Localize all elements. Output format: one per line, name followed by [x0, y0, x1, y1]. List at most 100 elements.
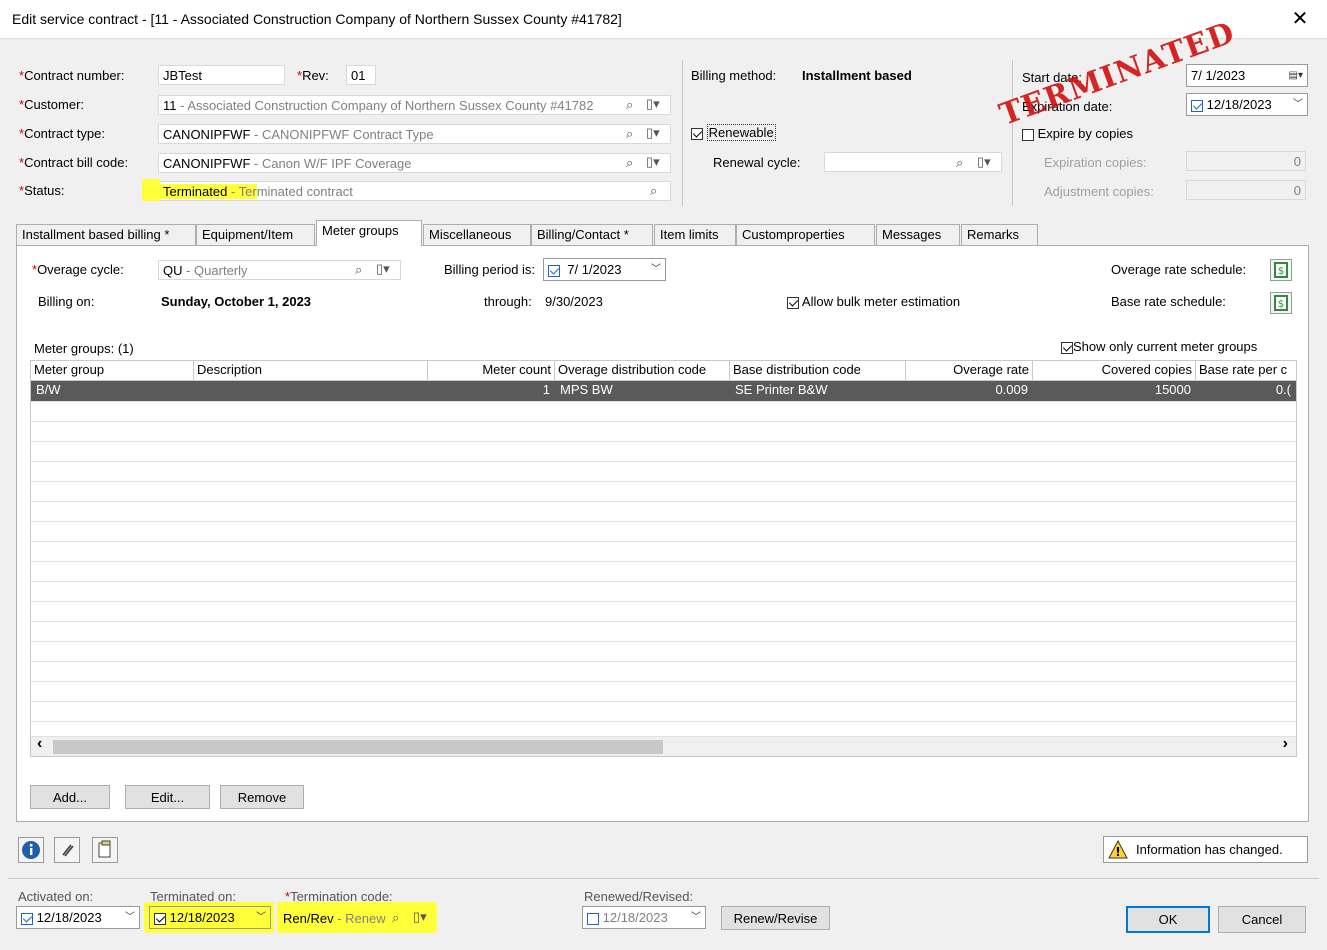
- empty-row: [31, 501, 1296, 522]
- empty-row: [31, 661, 1296, 682]
- dropdown-menu-icon[interactable]: ▯▾: [376, 261, 390, 277]
- rev-field[interactable]: 01: [346, 65, 376, 85]
- renewable-checkbox[interactable]: Renewable: [691, 124, 776, 141]
- dropdown-menu-icon[interactable]: ▯▾: [977, 154, 991, 170]
- checkbox-icon[interactable]: [1191, 99, 1203, 112]
- billing-method-value: Installment based: [802, 68, 912, 83]
- calendar-icon[interactable]: ▤▾: [1289, 65, 1303, 86]
- ok-button[interactable]: OK: [1126, 906, 1210, 933]
- chevron-down-icon[interactable]: ﹀: [256, 907, 266, 928]
- checkbox-icon[interactable]: [691, 127, 703, 140]
- search-icon[interactable]: ⌕: [626, 126, 633, 142]
- remove-button[interactable]: Remove: [220, 785, 304, 809]
- tab-miscellaneous[interactable]: Miscellaneous: [423, 224, 531, 245]
- search-icon[interactable]: ⌕: [650, 183, 657, 199]
- customer-label: *Customer:: [19, 97, 85, 112]
- activated-on-picker[interactable]: 12/18/2023 ﹀: [16, 906, 140, 929]
- checkbox-icon[interactable]: [587, 912, 599, 925]
- activated-on-label: Activated on:: [18, 889, 94, 904]
- close-icon[interactable]: ✕: [1287, 6, 1313, 32]
- checkbox-icon[interactable]: [787, 296, 799, 309]
- scroll-left-icon[interactable]: ‹: [37, 735, 42, 753]
- cell-base-dist: SE Printer B&W: [735, 382, 828, 397]
- contract-number-label: *Contract number:: [19, 68, 125, 83]
- column-header[interactable]: Overage rate: [906, 361, 1033, 380]
- terminated-on-picker[interactable]: 12/18/2023 ﹀: [149, 906, 271, 929]
- renew-revise-button[interactable]: Renew/Revise: [721, 906, 830, 930]
- meter-groups-grid: Meter group Description Meter count Over…: [30, 360, 1297, 757]
- add-button[interactable]: Add...: [30, 785, 110, 809]
- info-icon[interactable]: [18, 837, 44, 863]
- bill-code-field[interactable]: CANONIPFWF - Canon W/F IPF Coverage: [158, 153, 671, 173]
- renewed-revised-picker[interactable]: 12/18/2023 ﹀: [582, 906, 706, 929]
- svg-text:$: $: [1278, 299, 1284, 310]
- tab-billing-contact[interactable]: Billing/Contact *: [531, 224, 653, 245]
- expire-by-copies-checkbox[interactable]: Expire by copies: [1022, 126, 1133, 141]
- checkbox-icon[interactable]: [154, 912, 166, 925]
- tab-installment-billing[interactable]: Installment based billing *: [16, 224, 196, 245]
- rate-schedule-icon[interactable]: $: [1270, 292, 1292, 314]
- search-icon[interactable]: ⌕: [626, 97, 633, 113]
- empty-row: [31, 681, 1296, 702]
- show-current-checkbox[interactable]: Show only current meter groups: [1061, 339, 1257, 354]
- column-header[interactable]: Base rate per c: [1196, 361, 1296, 380]
- search-icon[interactable]: ⌕: [626, 155, 633, 171]
- tab-equipment-item[interactable]: Equipment/Item: [196, 224, 315, 245]
- dropdown-menu-icon[interactable]: ▯▾: [646, 96, 660, 112]
- start-date-picker[interactable]: 7/ 1/2023 ▤▾: [1186, 64, 1308, 87]
- contract-number-field[interactable]: JBTest: [158, 65, 285, 85]
- column-header[interactable]: Meter count: [428, 361, 555, 380]
- scrollbar-thumb[interactable]: [53, 740, 663, 754]
- attachment-icon[interactable]: [54, 837, 80, 863]
- customer-field[interactable]: 11 - Associated Construction Company of …: [158, 95, 671, 115]
- search-icon[interactable]: ⌕: [392, 910, 399, 926]
- chevron-down-icon[interactable]: ﹀: [691, 907, 701, 928]
- overage-cycle-field[interactable]: QU - Quarterly: [158, 260, 401, 280]
- search-icon[interactable]: ⌕: [355, 262, 362, 278]
- checkbox-icon[interactable]: [548, 264, 560, 277]
- status-field[interactable]: Terminated - Terminated contract: [158, 181, 671, 201]
- empty-row: [31, 401, 1296, 422]
- dropdown-menu-icon[interactable]: ▯▾: [646, 154, 660, 170]
- renewal-cycle-field[interactable]: [824, 152, 1002, 172]
- warning-icon: !: [1108, 840, 1128, 859]
- horizontal-scrollbar[interactable]: ‹ ›: [31, 735, 1296, 756]
- tab-messages[interactable]: Messages: [876, 224, 960, 245]
- checkbox-icon[interactable]: [21, 912, 33, 925]
- column-header[interactable]: Overage distribution code: [555, 361, 730, 380]
- chevron-down-icon[interactable]: ﹀: [125, 907, 135, 928]
- scroll-right-icon[interactable]: ›: [1283, 735, 1288, 753]
- column-header[interactable]: Meter group: [31, 361, 194, 380]
- termination-code-field[interactable]: Ren/Rev - Renew: [283, 911, 386, 926]
- expiration-date-picker[interactable]: 12/18/2023 ﹀: [1186, 93, 1308, 116]
- cell-base-rate: 0.(: [1275, 382, 1291, 397]
- tab-customproperties[interactable]: Customproperties: [736, 224, 875, 245]
- dropdown-menu-icon[interactable]: ▯▾: [413, 909, 427, 925]
- tab-meter-groups[interactable]: Meter groups: [316, 220, 422, 246]
- status-highlight: [142, 179, 160, 201]
- table-row[interactable]: B/W 1 MPS BW SE Printer B&W 0.009 15000 …: [31, 381, 1296, 402]
- document-icon[interactable]: [92, 837, 118, 863]
- checkbox-icon[interactable]: [1061, 341, 1073, 354]
- contract-type-field[interactable]: CANONIPFWF - CANONIPFWF Contract Type: [158, 124, 671, 144]
- column-header[interactable]: Base distribution code: [730, 361, 906, 380]
- checkbox-icon[interactable]: [1022, 128, 1034, 141]
- edit-button[interactable]: Edit...: [125, 785, 210, 809]
- rate-schedule-icon[interactable]: $: [1270, 259, 1292, 281]
- billing-period-picker[interactable]: 7/ 1/2023 ﹀: [543, 258, 666, 281]
- dropdown-menu-icon[interactable]: ▯▾: [646, 125, 660, 141]
- chevron-down-icon[interactable]: ﹀: [1293, 94, 1303, 115]
- title-bar: Edit service contract - [11 - Associated…: [0, 0, 1327, 39]
- cell-covered-copies: 15000: [1154, 382, 1191, 397]
- cancel-button[interactable]: Cancel: [1218, 906, 1306, 933]
- tab-item-limits[interactable]: Item limits: [654, 224, 736, 245]
- search-icon[interactable]: ⌕: [956, 155, 963, 171]
- column-header[interactable]: Covered copies: [1033, 361, 1196, 380]
- chevron-down-icon[interactable]: ﹀: [651, 259, 661, 280]
- svg-text:$: $: [1278, 266, 1284, 277]
- column-header[interactable]: Description: [194, 361, 428, 380]
- renewal-cycle-label: Renewal cycle:: [713, 155, 801, 170]
- allow-bulk-checkbox[interactable]: Allow bulk meter estimation: [787, 294, 960, 309]
- tab-remarks[interactable]: Remarks: [961, 224, 1038, 245]
- billing-period-label: Billing period is:: [444, 262, 536, 277]
